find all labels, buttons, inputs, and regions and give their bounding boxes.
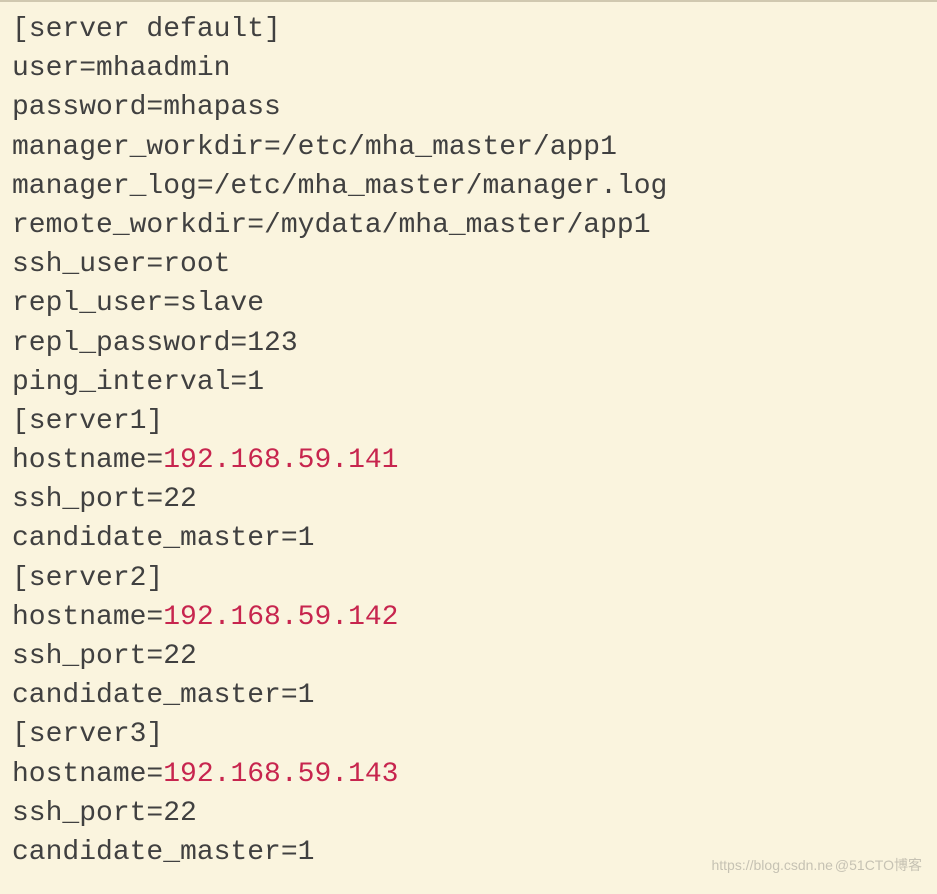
- config-section-server3: [server3]: [12, 715, 925, 754]
- config-repl-user: repl_user=slave: [12, 284, 925, 323]
- config-ping-interval: ping_interval=1: [12, 363, 925, 402]
- config-user: user=mhaadmin: [12, 49, 925, 88]
- watermark: https://blog.csdn.ne@51CTO博客: [711, 856, 922, 876]
- config-hostname3: hostname=192.168.59.143: [12, 755, 925, 794]
- config-candidate-master1: candidate_master=1: [12, 519, 925, 558]
- config-ssh-port3: ssh_port=22: [12, 794, 925, 833]
- config-manager-workdir: manager_workdir=/etc/mha_master/app1: [12, 128, 925, 167]
- hostname2-prefix: hostname=: [12, 602, 163, 633]
- config-hostname1: hostname=192.168.59.141: [12, 441, 925, 480]
- config-password: password=mhapass: [12, 88, 925, 127]
- config-hostname2: hostname=192.168.59.142: [12, 598, 925, 637]
- config-ssh-port2: ssh_port=22: [12, 637, 925, 676]
- config-ssh-user: ssh_user=root: [12, 245, 925, 284]
- config-section-server2: [server2]: [12, 559, 925, 598]
- hostname2-ip: 192.168.59.142: [163, 602, 398, 633]
- watermark-left: https://blog.csdn.ne: [711, 857, 832, 873]
- watermark-right: @51CTO博客: [835, 857, 922, 873]
- config-repl-password: repl_password=123: [12, 324, 925, 363]
- hostname3-ip: 192.168.59.143: [163, 759, 398, 790]
- config-section-default: [server default]: [12, 10, 925, 49]
- config-remote-workdir: remote_workdir=/mydata/mha_master/app1: [12, 206, 925, 245]
- config-ssh-port1: ssh_port=22: [12, 480, 925, 519]
- config-section-server1: [server1]: [12, 402, 925, 441]
- hostname1-prefix: hostname=: [12, 445, 163, 476]
- hostname3-prefix: hostname=: [12, 759, 163, 790]
- hostname1-ip: 192.168.59.141: [163, 445, 398, 476]
- config-candidate-master2: candidate_master=1: [12, 676, 925, 715]
- config-manager-log: manager_log=/etc/mha_master/manager.log: [12, 167, 925, 206]
